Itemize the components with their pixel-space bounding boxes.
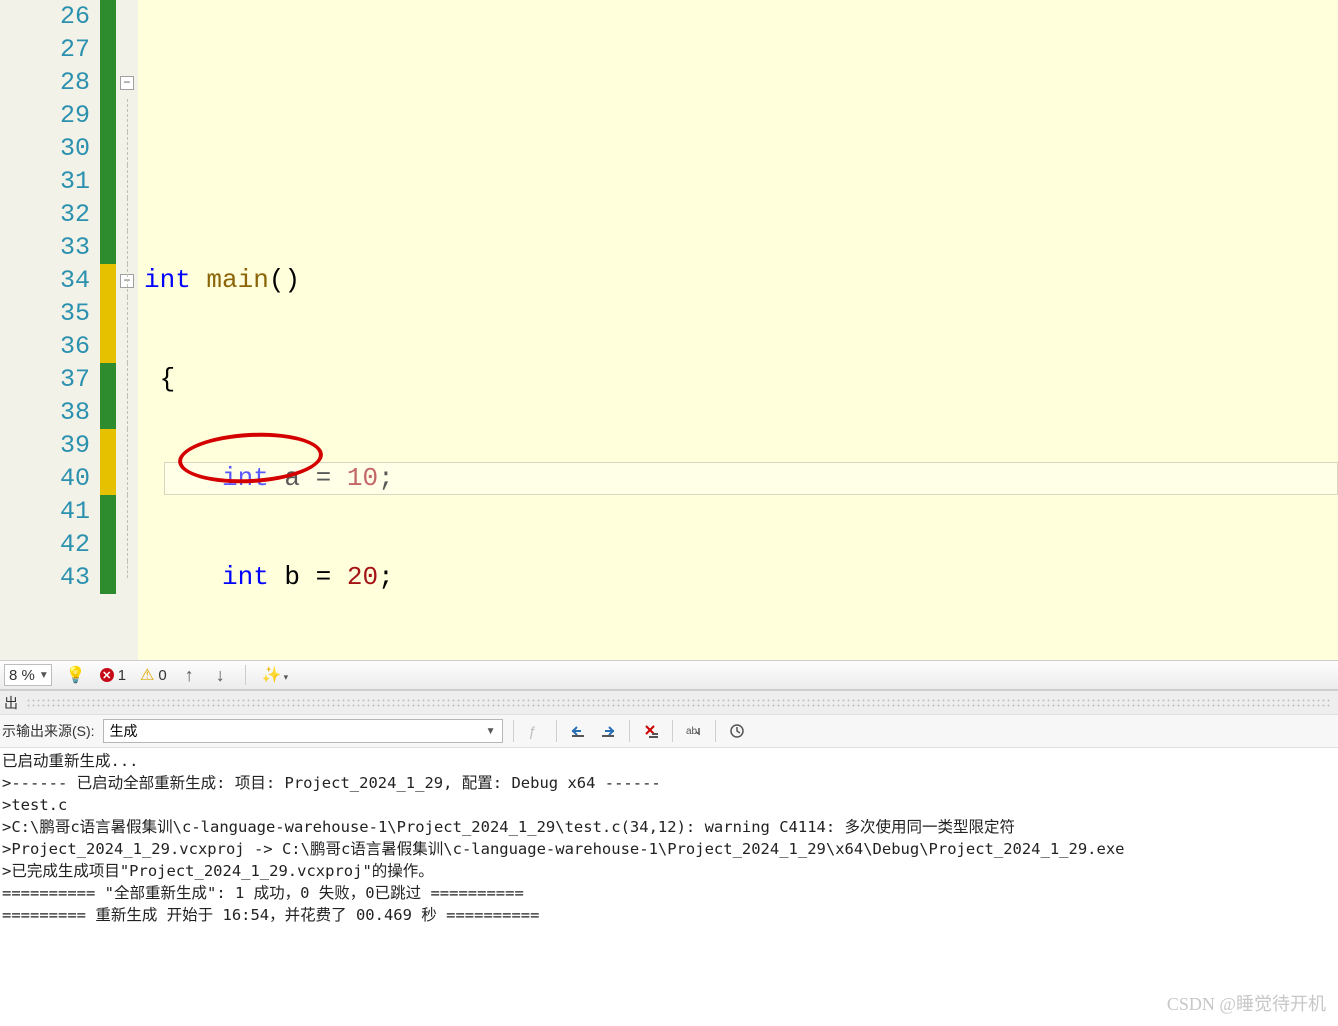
svg-text:ab: ab <box>686 726 698 737</box>
clear-output-icon[interactable] <box>640 720 662 742</box>
zoom-value: 8 % <box>9 667 35 684</box>
output-line: >C:\鹏哥c语言暑假集训\c-language-warehouse-1\Pro… <box>2 818 1015 836</box>
output-line: 已启动重新生成... <box>2 752 139 770</box>
panel-grip[interactable] <box>26 698 1332 708</box>
editor-status-bar: 8 % ▼ 💡 ✕ 1 ⚠ 0 ↑ ↓ ✨ <box>0 660 1338 690</box>
warning-count[interactable]: ⚠ 0 <box>140 665 167 685</box>
error-icon: ✕ <box>100 668 114 682</box>
prev-message-icon[interactable] <box>567 720 589 742</box>
output-line: >已完成生成项目"Project_2024_1_29.vcxproj"的操作。 <box>2 862 434 880</box>
output-source-dropdown[interactable]: 生成 ▼ <box>103 719 503 743</box>
quick-actions-icon[interactable]: ✨ <box>262 665 288 685</box>
output-panel-header: 出 <box>0 690 1338 714</box>
warning-icon: ⚠ <box>140 665 154 685</box>
line-number-gutter: 26 27 28 29 30 31 32 33 34 35 36 37 38 3… <box>0 0 100 660</box>
output-text[interactable]: 已启动重新生成... >------ 已启动全部重新生成: 项目: Projec… <box>0 748 1338 1026</box>
timestamp-icon[interactable] <box>726 720 748 742</box>
output-line: >Project_2024_1_29.vcxproj -> C:\鹏哥c语言暑假… <box>2 840 1125 858</box>
output-line: ========= 重新生成 开始于 16:54，并花费了 00.469 秒 =… <box>2 906 539 924</box>
fold-toggle-icon[interactable]: − <box>120 76 134 90</box>
error-count[interactable]: ✕ 1 <box>100 667 126 684</box>
lightbulb-icon[interactable]: 💡 <box>66 665 86 685</box>
goto-source-icon: ƒ <box>524 720 546 742</box>
output-line: >------ 已启动全部重新生成: 项目: Project_2024_1_29… <box>2 774 661 792</box>
output-line: >test.c <box>2 796 67 814</box>
next-message-icon[interactable] <box>597 720 619 742</box>
code-fold-gutter[interactable]: − − <box>116 0 138 660</box>
svg-text:ƒ: ƒ <box>528 723 536 739</box>
zoom-level-dropdown[interactable]: 8 % ▼ <box>4 664 52 686</box>
output-toolbar: 示输出来源(S): 生成 ▼ ƒ ab <box>0 714 1338 748</box>
change-indicator-bar <box>100 0 116 660</box>
prev-issue-button[interactable]: ↑ <box>181 665 198 686</box>
code-content[interactable]: int main() { int a = 10; int b = 20; //c… <box>138 0 1338 660</box>
word-wrap-icon[interactable]: ab <box>683 720 705 742</box>
output-source-label: 示输出来源(S): <box>2 721 95 741</box>
next-issue-button[interactable]: ↓ <box>212 665 229 686</box>
code-editor[interactable]: 26 27 28 29 30 31 32 33 34 35 36 37 38 3… <box>0 0 1338 660</box>
output-line: ========== "全部重新生成": 1 成功，0 失败，0已跳过 ====… <box>2 884 524 902</box>
output-panel-title: 出 <box>2 693 20 713</box>
chevron-down-icon: ▼ <box>39 670 49 681</box>
chevron-down-icon: ▼ <box>486 726 496 737</box>
